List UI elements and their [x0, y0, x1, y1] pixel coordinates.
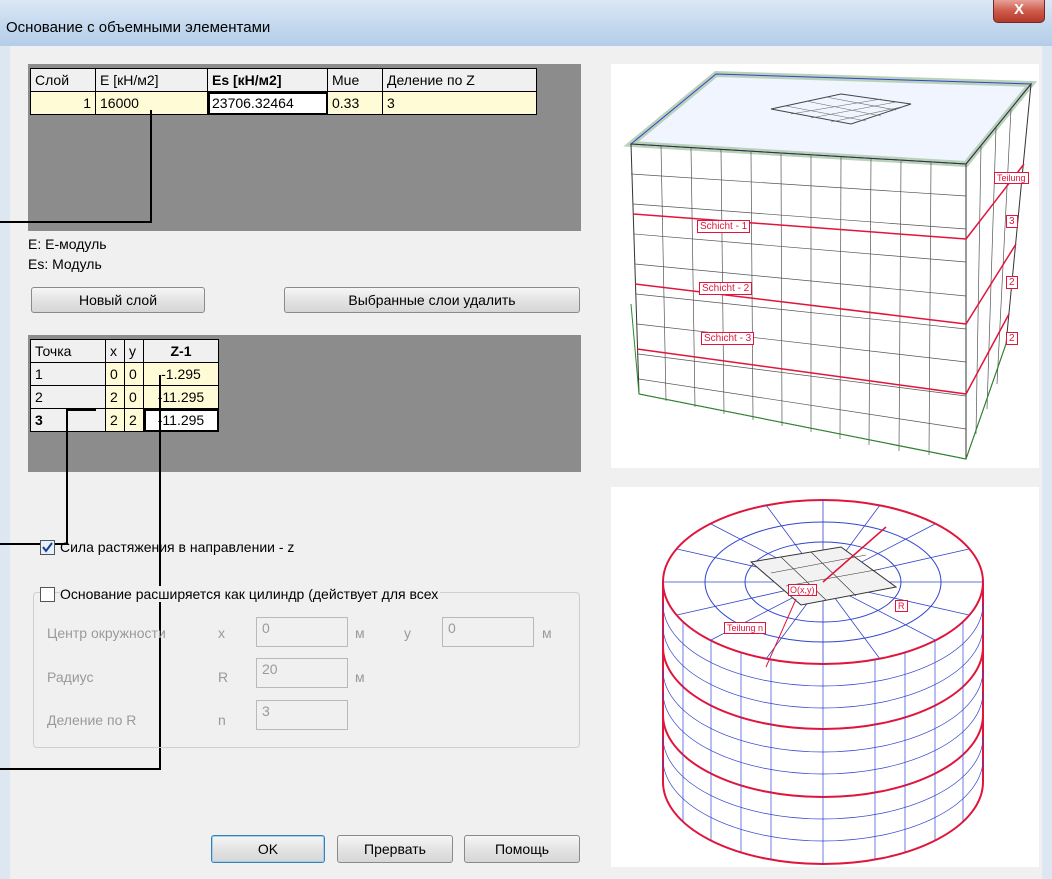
connector-line: [0, 543, 68, 545]
center-y-field[interactable]: 0: [442, 617, 534, 647]
radius-r-label: R: [218, 669, 229, 685]
close-button[interactable]: X: [993, 0, 1045, 23]
center-x-field[interactable]: 0: [256, 617, 348, 647]
points-table: Точка x y Z-1 1 0 0 -1.295 2 2 0 -11.295…: [30, 339, 219, 432]
delete-layers-button[interactable]: Выбранные слои удалить: [284, 287, 580, 313]
legend-e: E: E-модуль: [28, 236, 107, 252]
layers-grid-panel: Слой E [кН/м2] Es [кН/м2] Mue Деление по…: [28, 64, 581, 231]
cell-point[interactable]: 3: [30, 408, 106, 432]
table-row: 3 2 2 -11.295: [30, 408, 219, 432]
new-layer-button[interactable]: Новый слой: [31, 287, 205, 313]
center-y-label: y: [404, 625, 411, 641]
division-2a-label: 2: [1006, 276, 1018, 289]
close-icon: X: [1013, 1, 1024, 18]
cylinder-label[interactable]: Основание расширяется как цилиндр (дейст…: [60, 586, 441, 602]
schicht3-label: Schicht - 3: [701, 332, 755, 345]
checkmark-icon: [42, 542, 53, 553]
radius-field[interactable]: 20: [256, 658, 348, 688]
table-row: 1 0 0 -1.295: [30, 362, 219, 386]
header-e[interactable]: E [кН/м2]: [95, 68, 208, 92]
header-mue[interactable]: Mue: [327, 68, 383, 92]
cell-x[interactable]: 2: [105, 408, 125, 432]
division-2b-label: 2: [1006, 332, 1018, 345]
cell-es[interactable]: 23706.32464: [207, 91, 328, 115]
header-z1[interactable]: Z-1: [143, 339, 219, 363]
table-row: 2 2 0 -11.295: [30, 385, 219, 409]
connector-line: [66, 409, 96, 411]
cell-y[interactable]: 2: [124, 408, 144, 432]
header-division-z[interactable]: Деление по Z: [382, 68, 537, 92]
schicht1-label: Schicht - 1: [697, 220, 751, 233]
teilung-n-label: Teilung n: [724, 622, 767, 634]
window-title: Основание с объемными элементами: [6, 19, 271, 36]
cell-point[interactable]: 1: [30, 362, 106, 386]
header-x[interactable]: x: [105, 339, 125, 363]
legend-es: Es: Модуль: [28, 256, 102, 272]
ok-button[interactable]: OK: [211, 835, 325, 863]
center-label: Центр окружности: [47, 625, 166, 641]
box-mesh-drawing: [623, 70, 1038, 460]
connector-line: [66, 409, 68, 545]
help-button[interactable]: Помощь: [464, 835, 580, 863]
cell-x[interactable]: 2: [105, 385, 125, 409]
layers-table: Слой E [кН/м2] Es [кН/м2] Mue Деление по…: [30, 68, 537, 115]
tension-z-label[interactable]: Сила растяжения в направлении - z: [60, 539, 294, 555]
cylinder-diagram: O(x,y) R Teilung n: [611, 487, 1039, 867]
cell-y[interactable]: 0: [124, 385, 144, 409]
division-r-label: Деление по R: [47, 712, 137, 728]
cancel-button[interactable]: Прервать: [337, 835, 453, 863]
schicht2-label: Schicht - 2: [699, 282, 753, 295]
header-point[interactable]: Точка: [30, 339, 106, 363]
points-grid-panel: Точка x y Z-1 1 0 0 -1.295 2 2 0 -11.295…: [28, 335, 581, 472]
tension-z-checkbox[interactable]: [40, 540, 55, 555]
division-n-label: n: [218, 712, 226, 728]
header-es[interactable]: Es [кН/м2]: [207, 68, 328, 92]
cell-y[interactable]: 0: [124, 362, 144, 386]
center-point-label: O(x,y): [788, 584, 817, 596]
cell-z[interactable]: -1.295: [143, 362, 219, 386]
connector-line: [0, 768, 161, 770]
cell-z[interactable]: -11.295: [143, 408, 219, 432]
cell-mue[interactable]: 0.33: [327, 91, 383, 115]
teilung-label: Teilung: [994, 172, 1029, 184]
center-x-unit: м: [355, 625, 365, 641]
center-y-unit: м: [542, 625, 552, 641]
box-diagram: Teilung Schicht - 1 Schicht - 2 Schicht …: [611, 64, 1039, 468]
cell-layer[interactable]: 1: [30, 91, 96, 115]
division-n-field[interactable]: 3: [256, 700, 348, 730]
connector-line: [0, 221, 152, 223]
title-bar: Основание с объемными элементами X: [0, 0, 1052, 46]
table-row: 1 16000 23706.32464 0.33 3: [30, 91, 537, 115]
header-y[interactable]: y: [124, 339, 144, 363]
cylinder-mesh-drawing: [662, 499, 984, 865]
cell-z[interactable]: -11.295: [143, 385, 219, 409]
cell-point[interactable]: 2: [30, 385, 106, 409]
radius-marker-label: R: [895, 600, 908, 612]
header-layer[interactable]: Слой: [30, 68, 96, 92]
cell-x[interactable]: 0: [105, 362, 125, 386]
center-x-label: x: [218, 625, 225, 641]
radius-label: Радиус: [47, 669, 94, 685]
division-3-label: 3: [1006, 215, 1018, 228]
cell-division-z[interactable]: 3: [382, 91, 537, 115]
cylinder-checkbox[interactable]: [40, 587, 55, 602]
radius-unit: м: [355, 669, 365, 685]
connector-line: [150, 110, 152, 222]
